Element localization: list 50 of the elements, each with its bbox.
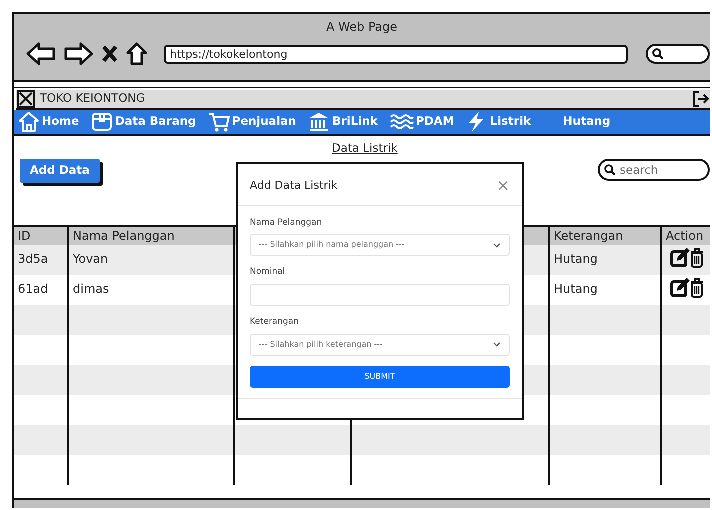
box-icon xyxy=(91,111,114,133)
edit-icon[interactable] xyxy=(670,247,690,269)
forward-icon[interactable] xyxy=(64,42,94,66)
bank-icon xyxy=(308,111,330,133)
chevron-down-icon xyxy=(493,242,501,248)
search-field[interactable] xyxy=(646,44,710,64)
add-data-button[interactable]: Add Data xyxy=(20,159,100,182)
close-icon[interactable] xyxy=(102,45,118,63)
input-field[interactable] xyxy=(250,284,510,306)
chevron-down-icon xyxy=(493,342,501,348)
table-cell: 3d5a xyxy=(14,245,69,275)
field-label: Nominal xyxy=(250,266,286,279)
page-title: Data Listrik xyxy=(332,140,399,157)
nav-link[interactable]: BriLink xyxy=(308,111,378,133)
table-cell xyxy=(662,425,710,455)
column-header: Action xyxy=(662,227,710,245)
table-cell xyxy=(662,305,710,335)
table-cell xyxy=(662,365,710,395)
nav-link[interactable]: Data Barang xyxy=(91,111,196,133)
select-field[interactable]: --- Silahkan pilih nama pelanggan --- xyxy=(250,234,510,256)
cart-icon xyxy=(208,111,230,133)
trash-icon[interactable] xyxy=(690,247,704,269)
logout-icon[interactable] xyxy=(692,90,710,108)
table-cell: Yovan xyxy=(69,245,235,275)
home-icon[interactable] xyxy=(126,42,148,66)
search-icon xyxy=(604,164,616,176)
close-button[interactable]: × xyxy=(496,178,510,194)
column-header: ID xyxy=(14,227,69,245)
home-icon xyxy=(18,111,40,133)
nav-link[interactable]: Listrik xyxy=(466,111,532,133)
field-label: Nama Pelanggan xyxy=(250,216,324,230)
nav-link[interactable]: Home xyxy=(18,111,80,133)
search-icon xyxy=(652,48,664,60)
column-header: Keterangan xyxy=(550,227,662,245)
trash-icon[interactable] xyxy=(690,277,704,299)
column-header: Nama Pelanggan xyxy=(69,227,235,245)
app-title: TOKO KEIONTONG xyxy=(40,90,146,108)
nav-link[interactable]: Penjualan xyxy=(208,111,296,133)
back-icon[interactable] xyxy=(26,42,56,66)
modal-title: Add Data Listrik xyxy=(250,178,338,194)
edit-icon[interactable] xyxy=(670,277,690,299)
address-field[interactable]: https://tokokelontong xyxy=(164,44,628,64)
nav-link[interactable]: Hutang xyxy=(563,113,611,131)
select-field[interactable]: --- Silahkan pilih keterangan --- xyxy=(250,334,510,356)
field-label: Keterangan xyxy=(250,316,300,329)
window-title: A Web Page xyxy=(325,19,399,36)
table-cell: Hutang xyxy=(550,245,662,275)
nav-link[interactable]: PDAM xyxy=(390,111,454,133)
submit-button[interactable]: SUBMIT xyxy=(250,366,510,388)
search-field[interactable]: search xyxy=(598,159,710,182)
